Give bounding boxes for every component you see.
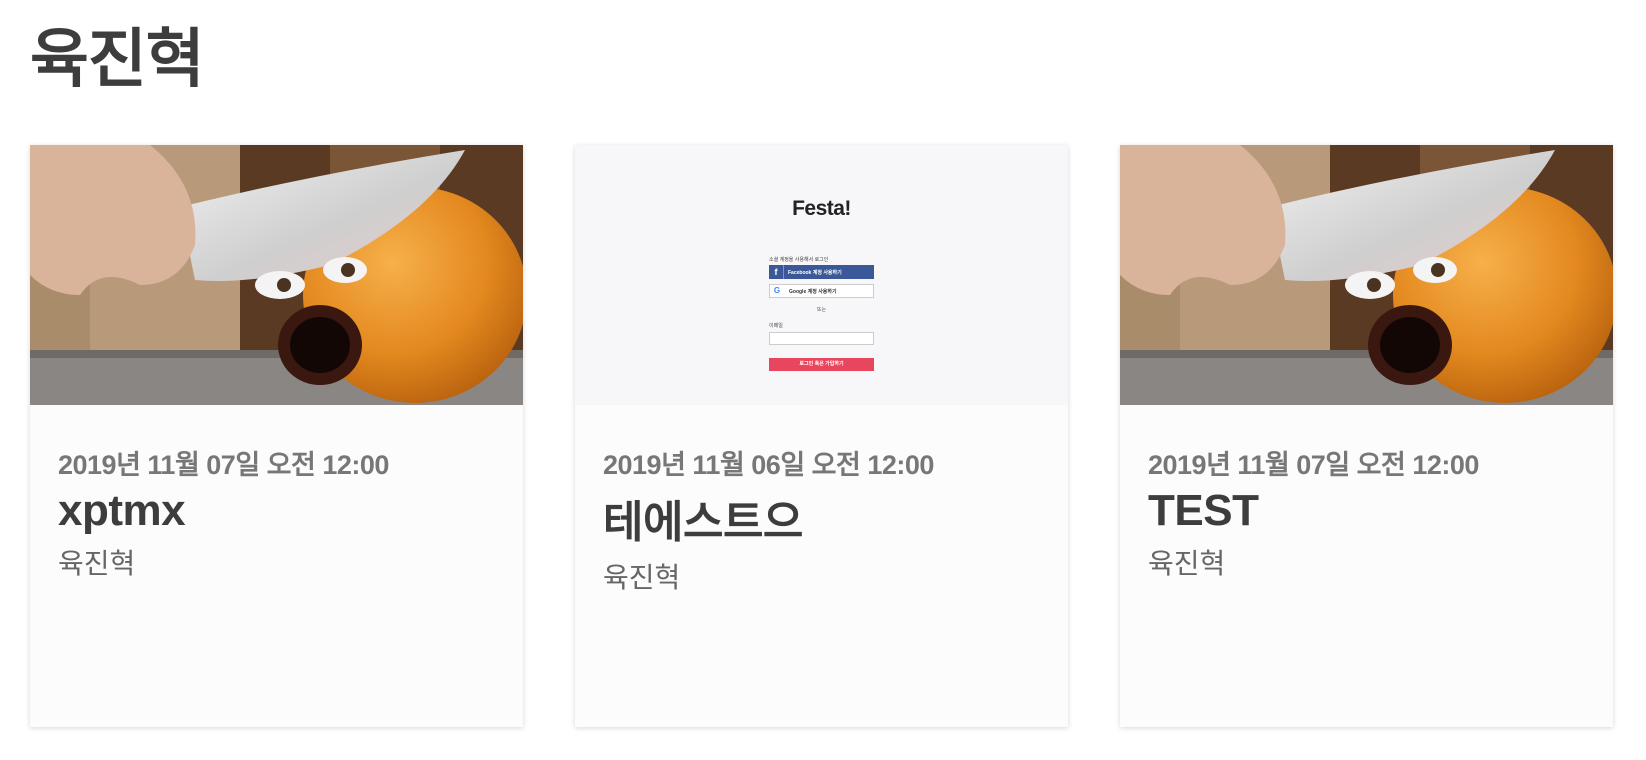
google-icon: G bbox=[773, 286, 781, 295]
social-login-caption: 소셜 계정을 사용해서 로그인 bbox=[769, 257, 829, 263]
festa-logo: Festa! bbox=[792, 197, 851, 220]
event-author: 육진혁 bbox=[1148, 548, 1226, 579]
event-card[interactable]: Festa! 소셜 계정을 사용해서 로그인 f Facebook 계정 사용하… bbox=[575, 145, 1068, 727]
event-date: 2019년 11월 07일 오전 12:00 bbox=[58, 450, 389, 480]
login-submit-button: 로그인 혹은 가입하기 bbox=[769, 358, 874, 371]
facebook-login-button: f Facebook 계정 사용하기 bbox=[769, 265, 874, 279]
event-thumbnail[interactable] bbox=[30, 145, 523, 405]
event-thumbnail[interactable] bbox=[1120, 145, 1613, 405]
event-card[interactable]: 2019년 11월 07일 오전 12:00 TEST 육진혁 bbox=[1120, 145, 1613, 727]
or-divider: 또는 bbox=[816, 307, 827, 313]
page-title: 육진혁 bbox=[30, 23, 205, 95]
event-card[interactable]: 2019년 11월 07일 오전 12:00 xptmx 육진혁 bbox=[30, 145, 523, 727]
event-title[interactable]: 테에스트으 bbox=[603, 486, 1048, 550]
event-date: 2019년 11월 06일 오전 12:00 bbox=[603, 450, 934, 480]
google-login-button: G Google 계정 사용하기 bbox=[769, 284, 874, 298]
facebook-icon: f bbox=[769, 265, 784, 279]
event-author: 육진혁 bbox=[58, 548, 136, 579]
email-field bbox=[769, 332, 874, 345]
event-date: 2019년 11월 07일 오전 12:00 bbox=[1148, 450, 1479, 480]
event-author: 육진혁 bbox=[603, 562, 681, 593]
event-thumbnail[interactable]: Festa! 소셜 계정을 사용해서 로그인 f Facebook 계정 사용하… bbox=[575, 145, 1068, 405]
event-title[interactable]: xptmx bbox=[58, 486, 503, 536]
email-label: 이메일 bbox=[769, 323, 783, 329]
event-title[interactable]: TEST bbox=[1148, 486, 1593, 536]
orange-knife-image bbox=[30, 145, 523, 405]
orange-knife-image bbox=[1120, 145, 1613, 405]
login-page-screenshot: Festa! 소셜 계정을 사용해서 로그인 f Facebook 계정 사용하… bbox=[575, 145, 1068, 405]
